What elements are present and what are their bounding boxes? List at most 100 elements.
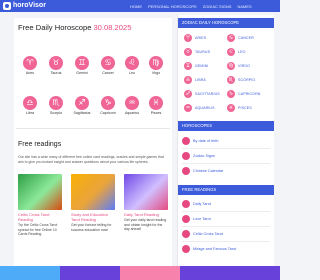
nav-personal-horoscope[interactable]: PERSONAL HOROSCOPE	[148, 4, 197, 9]
leo-icon: ♌	[227, 48, 235, 56]
sidebar-sign-aries[interactable]: ♈ ARIES	[184, 34, 206, 42]
sidebar-sign-cancer[interactable]: ♋ CANCER	[227, 34, 254, 42]
tarot-cards-image[interactable]	[18, 174, 62, 210]
page-title-date: 30.08.2025	[93, 23, 132, 32]
nav-zodiac-signs[interactable]: ZODIAC SIGNS	[203, 4, 232, 9]
sidebar-item-daily-tarot[interactable]: Daily Tarot	[182, 200, 211, 208]
zodiac-icon	[182, 152, 190, 160]
sidebar-sign-label: SCORPIO	[238, 78, 256, 82]
free-readings-heading: FREE READINGS	[178, 185, 274, 195]
sagittarius-icon: ♐	[184, 90, 192, 98]
sign-aquarius[interactable]: ♒ Aquarius	[120, 96, 144, 115]
sidebar-sign-pisces[interactable]: ♓ PISCES	[227, 104, 252, 112]
sidebar-item-mirage-famous-tarot[interactable]: Mirage and Famous Tarot	[182, 245, 236, 253]
sign-virgo[interactable]: ♍ Virgo	[144, 56, 168, 75]
aquarius-icon: ♒	[125, 96, 139, 110]
sagittarius-icon: ♐	[75, 96, 89, 110]
divider	[182, 226, 270, 227]
sign-capricorn[interactable]: ♑ Capricorn	[96, 96, 120, 115]
sidebar-item-label: Love Tarot	[193, 217, 211, 221]
sign-label: Capricorn	[100, 111, 116, 115]
heart-icon	[182, 215, 190, 223]
logo-icon	[3, 2, 11, 10]
cancer-icon: ♋	[101, 56, 115, 70]
sidebar-sign-virgo[interactable]: ♍ VIRGO	[227, 62, 250, 70]
card-title[interactable]: Daily Tarot Reading	[124, 212, 168, 217]
calendar-icon	[182, 137, 190, 145]
sign-label: Cancer	[102, 71, 114, 75]
sign-libra[interactable]: ♎ Libra	[18, 96, 42, 115]
sidebar-item-label: Daily Tarot	[193, 202, 211, 206]
sign-taurus[interactable]: ♉ Taurus	[44, 56, 68, 75]
sidebar-sign-capricorn[interactable]: ♑ CAPRICORN	[227, 90, 260, 98]
page-title: Free Daily Horoscope 30.08.2025	[18, 23, 131, 32]
horoscopes-heading: HOROSCOPES	[178, 121, 274, 131]
page-title-text: Free Daily Horoscope	[18, 23, 92, 32]
nav-names[interactable]: NAMES	[237, 4, 251, 9]
card-description: Get your daily tarot reading and obtain …	[124, 218, 167, 232]
divider	[182, 163, 270, 164]
image-thumbnail[interactable]	[0, 266, 60, 280]
sidebar-sign-label: CAPRICORN	[238, 92, 261, 96]
scorpio-icon: ♏	[227, 76, 235, 84]
sidebar-item-love-tarot[interactable]: Love Tarot	[182, 215, 211, 223]
sign-pisces[interactable]: ♓ Pisces	[144, 96, 168, 115]
leo-icon: ♌	[125, 56, 139, 70]
sign-label: Libra	[26, 111, 34, 115]
sidebar-sign-label: VIRGO	[238, 64, 251, 68]
sidebar-sign-scorpio[interactable]: ♏ SCORPIO	[227, 76, 255, 84]
tarot-icon	[182, 245, 190, 253]
divider	[182, 148, 270, 149]
card-description: Try the Celtic Cross Tarot spread for fr…	[18, 223, 58, 237]
sidebar-sign-leo[interactable]: ♌ LEO	[227, 48, 246, 56]
sign-label: Sagittarius	[73, 111, 91, 115]
main-content: Free Daily Horoscope 30.08.2025 ♈ Aries ♉…	[14, 18, 172, 280]
image-thumbnail[interactable]	[120, 266, 180, 280]
cancer-icon: ♋	[227, 34, 235, 42]
sign-leo[interactable]: ♌ Leo	[120, 56, 144, 75]
sidebar-sign-label: AQUARIUS	[195, 106, 215, 110]
sidebar-sign-sagittarius[interactable]: ♐ SAGITTARIUS	[184, 90, 220, 98]
divider	[16, 128, 170, 129]
capricorn-icon: ♑	[101, 96, 115, 110]
sidebar-sign-gemini[interactable]: ♊ GEMINI	[184, 62, 208, 70]
tarot-cards-image[interactable]	[124, 174, 168, 210]
tarot-icon	[182, 200, 190, 208]
libra-icon: ♎	[184, 76, 192, 84]
card-daily-tarot[interactable]: Daily Tarot Reading Get your daily tarot…	[124, 174, 168, 232]
sign-label: Aquarius	[124, 111, 140, 115]
sign-aries[interactable]: ♈ Aries	[18, 56, 42, 75]
sign-label: Pisces	[150, 111, 162, 115]
sign-sagittarius[interactable]: ♐ Sagittarius	[70, 96, 94, 115]
card-celtic-cross[interactable]: Celtic Cross Tarot Reading Try the Celti…	[18, 174, 62, 237]
sign-label: Aries	[25, 71, 35, 75]
sidebar-sign-label: SAGITTARIUS	[195, 92, 220, 96]
card-title[interactable]: Celtic Cross Tarot Reading	[18, 212, 62, 222]
sign-scorpio[interactable]: ♏ Scorpio	[44, 96, 68, 115]
nav-home[interactable]: HOME	[130, 4, 142, 9]
sign-cancer[interactable]: ♋ Cancer	[96, 56, 120, 75]
free-readings-description: Our site has a wide many of different fr…	[18, 155, 164, 164]
sidebar-sign-taurus[interactable]: ♉ TAURUS	[184, 48, 210, 56]
sidebar-item-chinese-calendar[interactable]: Chinese Calendar	[182, 167, 223, 175]
sidebar-item-label: Chinese Calendar	[193, 169, 224, 173]
libra-icon: ♎	[23, 96, 37, 110]
tarot-icon	[182, 230, 190, 238]
sign-gemini[interactable]: ♊ Gemini	[70, 56, 94, 75]
pisces-icon: ♓	[227, 104, 235, 112]
sidebar-sign-label: LEO	[238, 50, 246, 54]
sidebar-sign-label: LIBRA	[195, 78, 206, 82]
logo[interactable]: horoVisor	[3, 1, 46, 11]
sidebar-sign-aquarius[interactable]: ♒ AQUARIUS	[184, 104, 215, 112]
gemini-icon: ♊	[75, 56, 89, 70]
tarot-cards-image[interactable]	[71, 174, 115, 210]
card-title[interactable]: Study and Education Tarot Reading	[71, 212, 115, 222]
sidebar-item-celtic-cross-tarot[interactable]: Celtic Cross Tarot	[182, 230, 223, 238]
bottom-images-strip	[0, 266, 280, 280]
sidebar-item-zodiac-signs[interactable]: Zodiac Signs	[182, 152, 215, 160]
sign-label: Leo	[129, 71, 135, 75]
free-readings-title: Free readings	[18, 141, 62, 148]
card-study-education[interactable]: Study and Education Tarot Reading Get yo…	[71, 174, 115, 232]
sidebar-item-by-date-of-birth[interactable]: By date of birth	[182, 137, 219, 145]
sidebar-sign-libra[interactable]: ♎ LIBRA	[184, 76, 206, 84]
